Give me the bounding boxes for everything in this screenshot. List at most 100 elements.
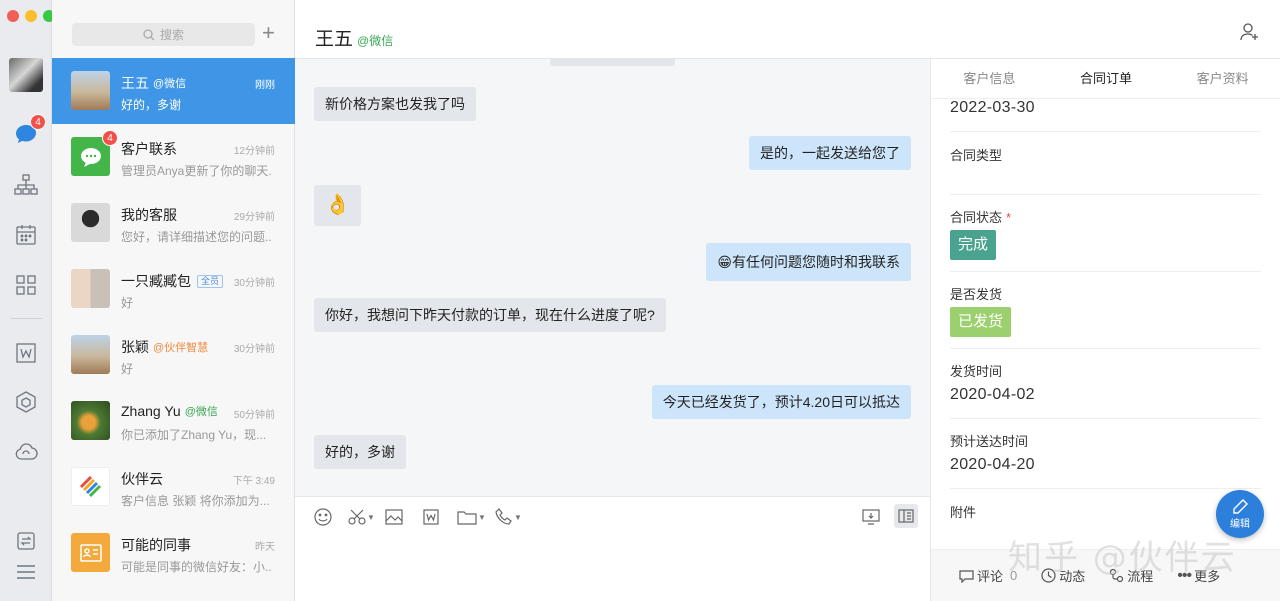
conversation-preview: 您好，请详细描述您的问题... xyxy=(121,230,271,244)
emoji-icon[interactable] xyxy=(314,507,332,527)
conversation-item[interactable]: 4 客户联系 12分钟前 管理员Anya更新了你的聊天... xyxy=(52,124,295,190)
flow-icon xyxy=(1110,568,1124,583)
add-member-icon[interactable] xyxy=(1240,22,1260,47)
huoban-logo-icon xyxy=(71,467,110,506)
field-divider xyxy=(950,194,1261,195)
chat-bubble-icon[interactable]: 4 xyxy=(13,114,46,147)
field-divider xyxy=(950,418,1261,419)
doc-w-icon[interactable] xyxy=(423,507,439,527)
conversation-list: 搜索 + 王五 @微信 刚刚 好的，多谢 4 客户联系 12分钟前 管理员Anya… xyxy=(52,0,295,601)
tab-contract-orders[interactable]: 合同订单 xyxy=(1048,59,1165,98)
conversation-time: 下午 3:49 xyxy=(232,476,275,487)
conversation-name: 我的客服 xyxy=(121,207,177,223)
date-value: 2022-03-30 xyxy=(950,99,1035,116)
all-members-tag: 全员 xyxy=(197,274,224,288)
shipped-status-badge[interactable]: 已发货 xyxy=(950,307,1012,337)
conversation-item[interactable]: 伙伴云 下午 3:49 客户信息 张颖 将你添加为... xyxy=(52,454,295,520)
comment-button[interactable]: 评论 0 xyxy=(959,566,1017,585)
conversation-time: 刚刚 xyxy=(255,80,275,91)
panel-footer: 评论 0 动态 流程 ••• 更多 xyxy=(931,549,1280,601)
attachment-label: 附件 xyxy=(950,505,977,520)
ok-hand-emoji-message: 👌 xyxy=(314,185,361,226)
chat-window: 王五 @微信 新价格方案也发我了吗 是的，一起发送给您了 👌 😁有任何问题您随时… xyxy=(295,0,1280,601)
more-dots-icon: ••• xyxy=(1177,566,1192,584)
chat-header: 王五 @微信 xyxy=(295,0,1280,59)
calendar-icon[interactable] xyxy=(13,222,39,248)
minimize-window-button[interactable] xyxy=(25,10,37,22)
conversation-time: 12分钟前 xyxy=(233,146,275,157)
tab-customer-info[interactable]: 客户信息 xyxy=(931,59,1048,98)
contact-avatar xyxy=(71,401,110,440)
message-bubble: 😁有任何问题您随时和我联系 xyxy=(706,243,911,281)
conversation-item[interactable]: Zhang Yu @微信 50分钟前 你已添加了Zhang Yu，现... xyxy=(52,388,295,454)
folder-icon[interactable]: ▼ xyxy=(457,507,486,527)
ship-time-value: 2020-04-02 xyxy=(950,386,1035,403)
edit-button[interactable]: 编辑 xyxy=(1216,490,1264,538)
menu-icon[interactable] xyxy=(13,559,39,585)
field-divider xyxy=(950,131,1261,132)
message-bubble: 是的，一起发送给您了 xyxy=(749,136,911,170)
flow-button[interactable]: 流程 xyxy=(1109,566,1153,585)
search-input[interactable]: 搜索 xyxy=(72,23,255,46)
ship-time-label: 发货时间 xyxy=(950,364,1003,379)
comment-icon xyxy=(959,569,974,583)
cloud-icon[interactable] xyxy=(13,439,39,465)
hexagon-icon[interactable] xyxy=(13,389,39,415)
close-window-button[interactable] xyxy=(7,10,19,22)
conversation-name: 伙伴云 xyxy=(121,471,163,487)
conversation-item[interactable]: 一只臧臧包 全员 30分钟前 好 xyxy=(52,256,295,322)
contract-status-label: 合同状态 * xyxy=(950,210,1012,225)
conversation-item[interactable]: 王五 @微信 刚刚 好的，多谢 xyxy=(52,58,295,124)
activity-button[interactable]: 动态 xyxy=(1041,566,1085,585)
conversation-time: 29分钟前 xyxy=(233,212,275,223)
conversation-preview: 可能是同事的微信好友：小... xyxy=(121,560,271,574)
contact-card-icon xyxy=(71,533,110,572)
field-divider xyxy=(950,271,1261,272)
detail-tabs: 客户信息 合同订单 客户资料 xyxy=(931,59,1280,99)
screen-share-icon[interactable] xyxy=(862,507,880,527)
switch-icon[interactable] xyxy=(13,528,39,554)
clock-icon xyxy=(1041,568,1056,583)
phone-icon[interactable]: ▼ xyxy=(495,507,522,527)
conversation-preview: 你已添加了Zhang Yu，现... xyxy=(121,428,267,442)
apps-grid-icon[interactable] xyxy=(13,272,39,298)
my-avatar[interactable] xyxy=(9,58,43,92)
unread-badge: 4 xyxy=(30,114,46,130)
conversation-tag: @微信 xyxy=(184,406,218,418)
eta-label: 预计送达时间 xyxy=(950,434,1029,449)
side-panel-toggle-icon[interactable] xyxy=(894,504,918,528)
conversation-name: 客户联系 xyxy=(121,141,177,157)
shipped-label: 是否发货 xyxy=(950,287,1003,302)
eta-value: 2020-04-20 xyxy=(950,456,1035,473)
doc-w-icon[interactable] xyxy=(13,340,39,366)
image-icon[interactable] xyxy=(385,507,403,527)
more-button[interactable]: ••• 更多 xyxy=(1177,566,1220,585)
previous-message-stub xyxy=(550,59,675,66)
pencil-icon xyxy=(1233,498,1248,514)
contract-status-badge[interactable]: 完成 xyxy=(950,230,997,260)
tab-customer-files[interactable]: 客户资料 xyxy=(1164,59,1280,98)
conversation-tag: @伙伴智慧 xyxy=(153,342,209,354)
unread-badge: 4 xyxy=(102,130,118,146)
left-rail: 4 xyxy=(0,0,55,601)
contact-avatar xyxy=(71,203,110,242)
add-conversation-button[interactable]: + xyxy=(262,22,275,44)
window-controls xyxy=(7,10,55,22)
message-bubble: 新价格方案也发我了吗 xyxy=(314,87,476,121)
conversation-tag: @微信 xyxy=(153,78,187,90)
conversation-item[interactable]: 张颖 @伙伴智慧 30分钟前 好 xyxy=(52,322,295,388)
contact-avatar xyxy=(71,335,110,374)
conversation-name: 张颖 xyxy=(121,339,149,355)
conversation-time: 30分钟前 xyxy=(233,278,275,289)
conversation-time: 50分钟前 xyxy=(233,410,275,421)
org-chart-icon[interactable] xyxy=(13,172,39,198)
conversation-item[interactable]: 我的客服 29分钟前 您好，请详细描述您的问题... xyxy=(52,190,295,256)
scissors-icon[interactable]: ▼ xyxy=(348,507,375,527)
conversation-name: 王五 xyxy=(121,75,149,91)
message-bubble: 好的，多谢 xyxy=(314,435,406,469)
contact-avatar xyxy=(71,71,110,110)
conversation-name: Zhang Yu xyxy=(121,403,181,419)
message-bubble: 今天已经发货了，预计4.20日可以抵达 xyxy=(651,385,911,419)
conversation-item[interactable]: 可能的同事 昨天 可能是同事的微信好友：小... xyxy=(52,520,295,586)
field-divider xyxy=(950,348,1261,349)
